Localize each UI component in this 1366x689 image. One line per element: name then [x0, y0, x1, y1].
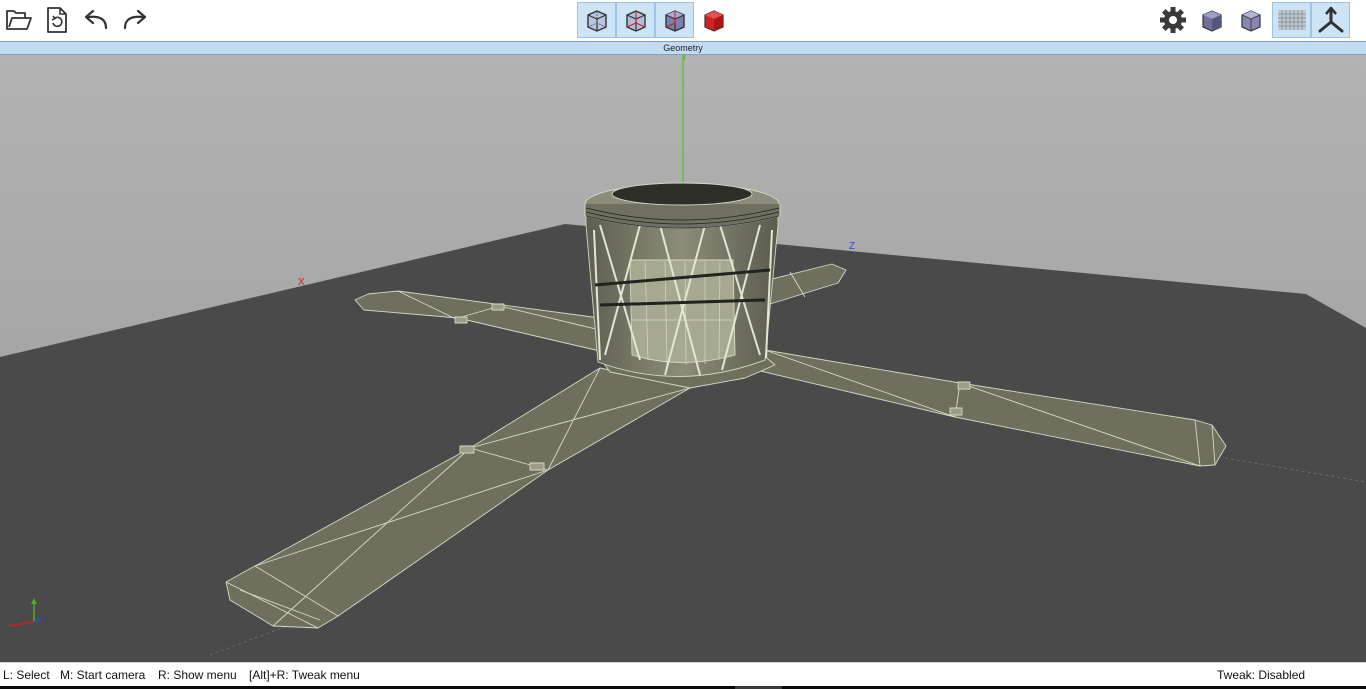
- axes-gizmo-icon: [1318, 6, 1343, 33]
- wireframe-cube-icon: [586, 10, 607, 32]
- 3d-viewport[interactable]: X Y Z: [0, 55, 1366, 662]
- orientation-axes-gizmo: [8, 598, 45, 627]
- axes-toggle[interactable]: [1311, 2, 1350, 38]
- shaded-view-button[interactable]: [1194, 2, 1230, 38]
- reload-file-icon: [47, 7, 67, 33]
- reload-file-button[interactable]: [39, 2, 75, 38]
- shaded-cube-icon: [1202, 10, 1222, 32]
- tab-geometry[interactable]: Geometry: [0, 42, 1366, 55]
- scene-render: [0, 55, 1366, 662]
- status-select-hint: L: Select: [3, 668, 50, 682]
- ground-grid-icon: [1277, 10, 1306, 30]
- y-axis-label: Y: [681, 55, 688, 63]
- status-bar: L: Select M: Start camera R: Show menu […: [0, 662, 1366, 687]
- x-axis-label: X: [298, 277, 305, 288]
- settings-button[interactable]: [1155, 2, 1191, 38]
- status-tweak-menu-hint: [Alt]+R: Tweak menu: [249, 668, 360, 682]
- redo-button[interactable]: [117, 2, 153, 38]
- outline-view-button[interactable]: [1233, 2, 1269, 38]
- undo-icon: [84, 9, 108, 30]
- wireframe-mode-button[interactable]: [577, 2, 616, 38]
- ground-grid-toggle[interactable]: [1272, 2, 1311, 38]
- z-axis-label: Z: [849, 241, 856, 252]
- solid-wireframe-mode-button[interactable]: [655, 2, 694, 38]
- geometry-tab-bar: Geometry: [0, 41, 1366, 55]
- outline-cube-icon: [1241, 10, 1261, 32]
- main-toolbar: [0, 0, 1366, 42]
- status-camera-hint: M: Start camera: [60, 668, 146, 682]
- solid-wireframe-cube-icon: [664, 10, 685, 32]
- open-folder-button[interactable]: [1, 2, 37, 38]
- status-menu-hint: R: Show menu: [158, 668, 237, 682]
- solid-red-cube-icon: [703, 10, 724, 32]
- wireframe-red-edges-cube-icon: [625, 10, 646, 32]
- undo-button[interactable]: [78, 2, 114, 38]
- settings-gear-icon: [1160, 7, 1186, 33]
- wireframe-edges-mode-button[interactable]: [616, 2, 655, 38]
- solid-mode-button[interactable]: [694, 2, 733, 38]
- open-folder-icon: [6, 10, 32, 30]
- status-tweak-state: Tweak: Disabled: [1217, 668, 1306, 682]
- redo-icon: [123, 9, 147, 30]
